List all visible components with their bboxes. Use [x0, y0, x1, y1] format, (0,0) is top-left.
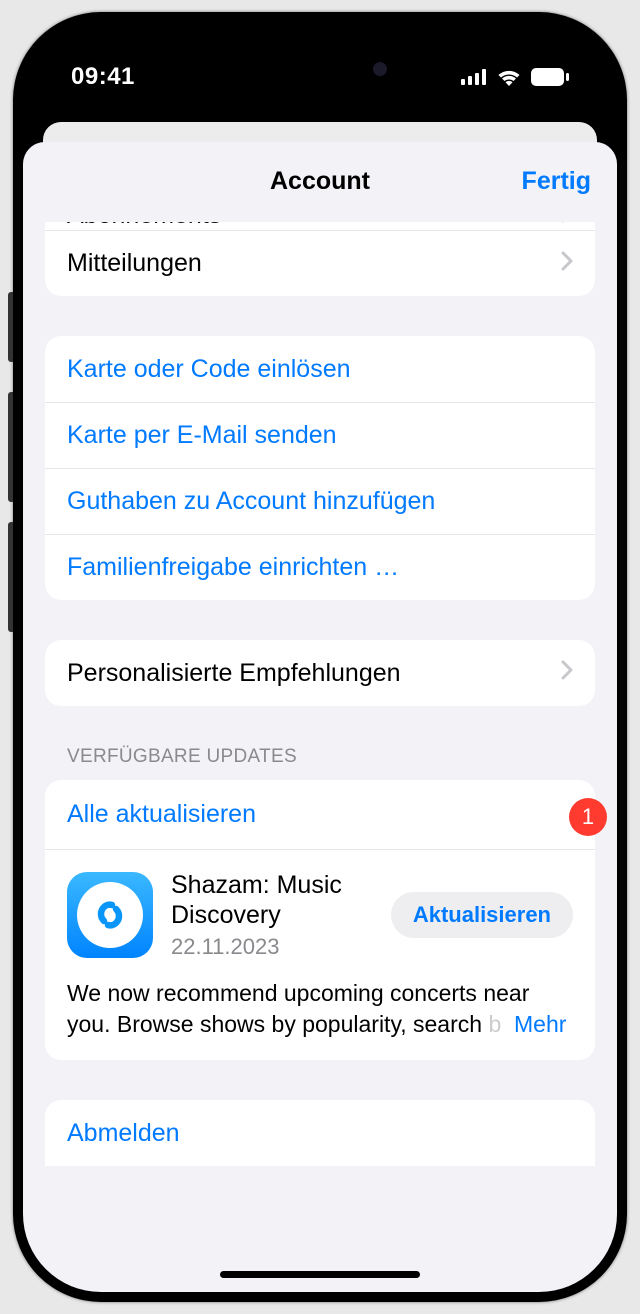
- dynamic-island: [231, 46, 409, 92]
- redeem-row[interactable]: Karte oder Code einlösen: [45, 336, 595, 402]
- updates-group: Alle aktualisieren 1: [45, 780, 595, 1060]
- update-count-badge: 1: [569, 798, 607, 836]
- family-sharing-label: Familienfreigabe einrichten …: [67, 553, 399, 582]
- app-update-row[interactable]: Shazam: Music Discovery 22.11.2023 Aktua…: [45, 849, 595, 1060]
- phone-frame: 09:41 Account Fertig: [13, 12, 627, 1302]
- updates-section-header: Verfügbare Updates: [45, 746, 595, 780]
- page-title: Account: [270, 167, 370, 196]
- home-indicator[interactable]: [220, 1271, 420, 1278]
- settings-group-1: Abonnements Mitteilungen: [45, 222, 595, 296]
- send-card-label: Karte per E-Mail senden: [67, 421, 337, 450]
- notifications-label: Mitteilungen: [67, 249, 202, 278]
- status-time: 09:41: [71, 63, 135, 91]
- settings-group-3: Personalisierte Empfehlungen: [45, 640, 595, 706]
- settings-group-2: Karte oder Code einlösen Karte per E-Mai…: [45, 336, 595, 600]
- wifi-icon: [497, 69, 521, 86]
- app-name: Shazam: Music Discovery: [171, 870, 373, 930]
- chevron-right-icon: [561, 222, 573, 230]
- sheet-header: Account Fertig: [23, 142, 617, 222]
- send-card-row[interactable]: Karte per E-Mail senden: [45, 402, 595, 468]
- status-icons: [461, 68, 569, 86]
- subscriptions-label: Abonnements: [67, 222, 221, 230]
- add-funds-row[interactable]: Guthaben zu Account hinzufügen: [45, 468, 595, 534]
- content-scroll[interactable]: Abonnements Mitteilungen: [23, 222, 617, 1292]
- cellular-icon: [461, 69, 487, 85]
- add-funds-label: Guthaben zu Account hinzufügen: [67, 487, 435, 516]
- app-description: We now recommend upcoming concerts near …: [67, 978, 573, 1040]
- notifications-row[interactable]: Mitteilungen: [45, 230, 595, 296]
- update-all-button[interactable]: Alle aktualisieren 1: [45, 780, 595, 849]
- update-all-label: Alle aktualisieren: [67, 800, 256, 829]
- chevron-right-icon: [561, 659, 573, 687]
- personalized-row[interactable]: Personalisierte Empfehlungen: [45, 640, 595, 706]
- update-button[interactable]: Aktualisieren: [391, 892, 573, 938]
- redeem-label: Karte oder Code einlösen: [67, 355, 351, 384]
- signout-button[interactable]: Abmelden: [45, 1100, 595, 1166]
- screen: 09:41 Account Fertig: [23, 22, 617, 1292]
- account-sheet: Account Fertig Abonnements Mitteilu: [23, 142, 617, 1292]
- app-date: 22.11.2023: [171, 934, 373, 960]
- signout-label: Abmelden: [67, 1119, 180, 1148]
- chevron-right-icon: [561, 250, 573, 278]
- done-button[interactable]: Fertig: [522, 167, 591, 196]
- shazam-app-icon: [67, 872, 153, 958]
- more-link[interactable]: Mehr: [514, 1011, 566, 1037]
- signout-group: Abmelden: [45, 1100, 595, 1166]
- family-sharing-row[interactable]: Familienfreigabe einrichten …: [45, 534, 595, 600]
- battery-icon: [531, 68, 569, 86]
- personalized-label: Personalisierte Empfehlungen: [67, 659, 401, 688]
